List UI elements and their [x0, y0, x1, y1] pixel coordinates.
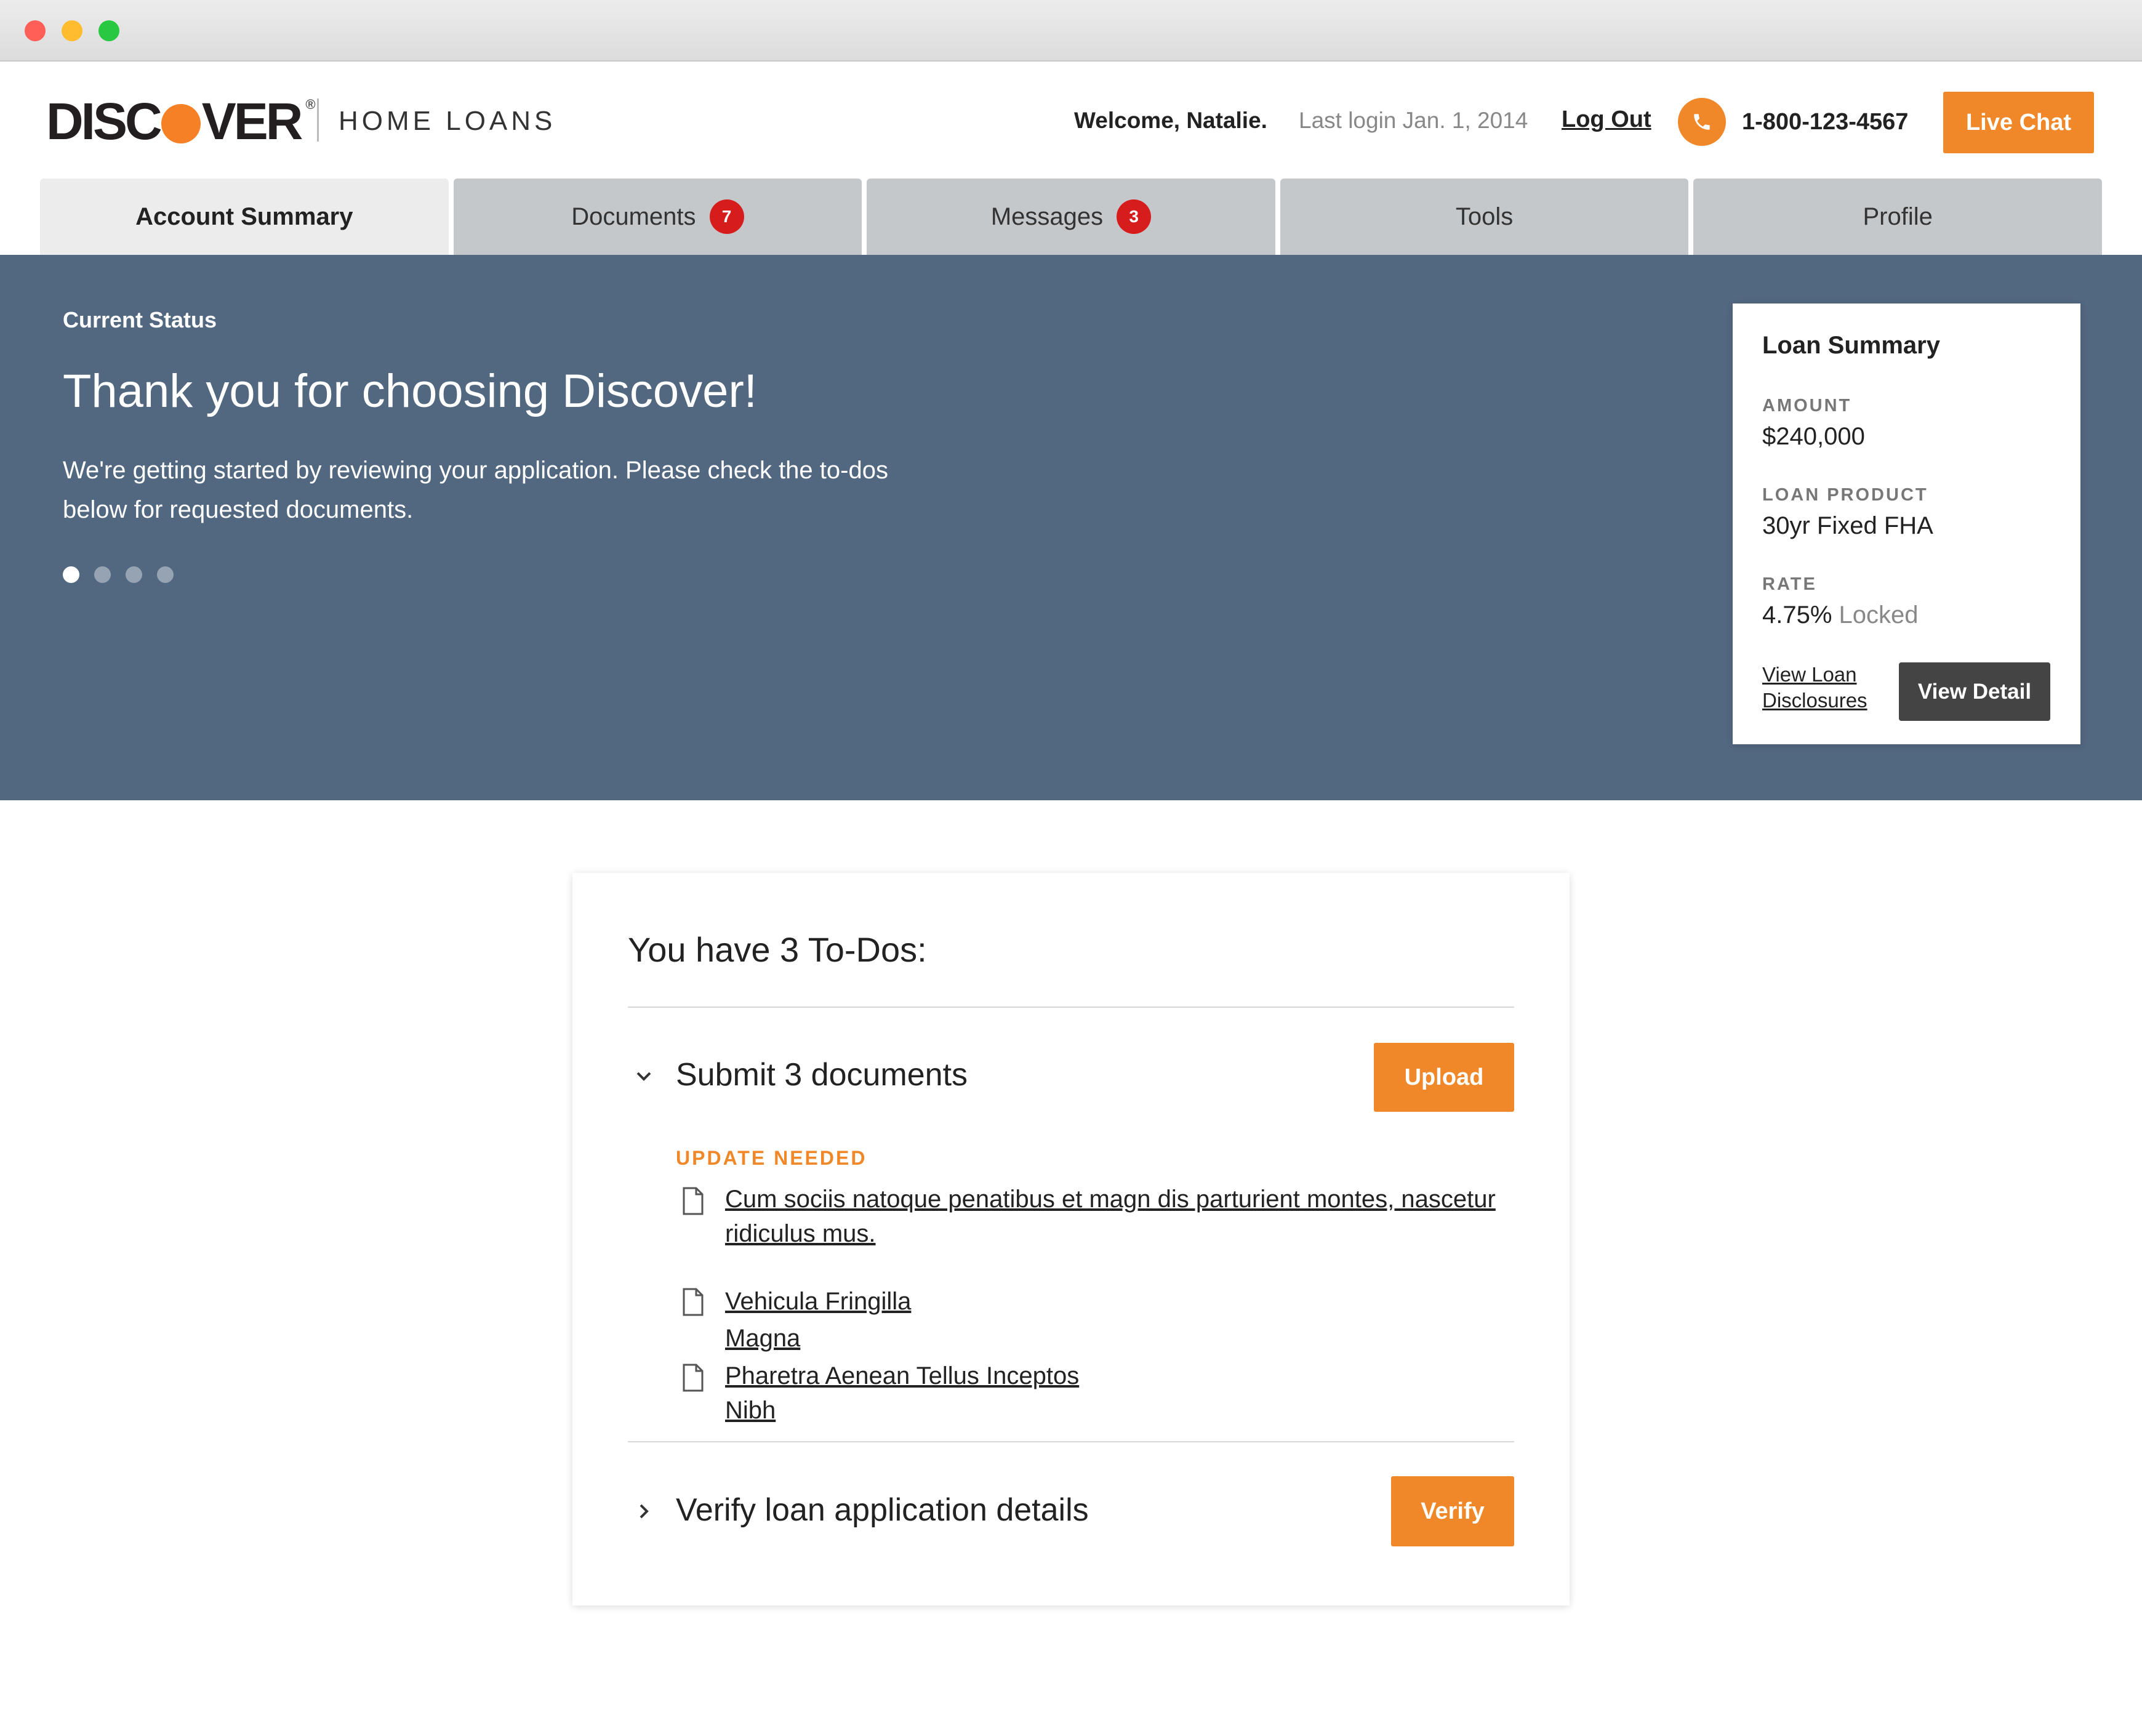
- update-needed-label: UPDATE NEEDED: [676, 1147, 867, 1169]
- carousel-dot-4[interactable]: [157, 566, 174, 583]
- divider: [628, 1441, 1514, 1442]
- phone-glyph: [1694, 114, 1710, 130]
- tab-label: Profile: [1863, 203, 1933, 230]
- document-link[interactable]: Vehicula Fringilla Magna: [725, 1283, 971, 1357]
- window-maximize-button[interactable]: [98, 20, 119, 41]
- messages-count-badge: 3: [1117, 199, 1152, 234]
- hero-text: We're getting started by reviewing your …: [63, 457, 888, 523]
- hero-label: Current Status: [63, 307, 217, 332]
- last-login-text: Last login Jan. 1, 2014: [1299, 108, 1528, 133]
- todo-item-title[interactable]: Verify loan application details: [676, 1492, 1089, 1529]
- amount-value: $240,000: [1762, 423, 1865, 450]
- rate-value: 4.75%: [1762, 601, 1832, 629]
- logo-registered-mark: ®: [305, 97, 315, 112]
- browser-chrome: [0, 0, 2142, 62]
- tab-profile[interactable]: Profile: [1693, 179, 2102, 255]
- tab-documents[interactable]: Documents 7: [453, 179, 862, 255]
- carousel-dot-2[interactable]: [94, 566, 111, 583]
- phone-icon[interactable]: [1678, 98, 1726, 146]
- chevron-right-glyph: [640, 1504, 649, 1519]
- live-chat-button[interactable]: Live Chat: [1943, 92, 2094, 153]
- welcome-text: Welcome, Natalie.: [1074, 108, 1267, 133]
- todo-title: You have 3 To-Dos:: [628, 930, 927, 969]
- loan-product-label: LOAN PRODUCT: [1762, 485, 1928, 505]
- rate-status: Locked: [1839, 601, 1919, 629]
- logout-link[interactable]: Log Out: [1562, 106, 1651, 133]
- logo-divider: [317, 98, 319, 142]
- discover-logo[interactable]: DISC VER ®: [46, 92, 316, 150]
- logo-text-right: VER: [201, 92, 303, 150]
- logo-text-left: DISC: [46, 92, 162, 150]
- document-icon: [683, 1288, 704, 1316]
- view-loan-disclosures-link[interactable]: View Loan Disclosures: [1762, 662, 1885, 713]
- carousel-dot-1[interactable]: [63, 566, 79, 583]
- tab-label: Tools: [1455, 203, 1514, 230]
- window-minimize-button[interactable]: [62, 20, 82, 41]
- view-detail-button[interactable]: View Detail: [1899, 662, 2050, 721]
- document-icon: [683, 1187, 704, 1215]
- loan-summary-title: Loan Summary: [1762, 332, 1940, 359]
- logo-orange-circle: [161, 104, 201, 143]
- amount-label: AMOUNT: [1762, 396, 1852, 416]
- loan-product-value: 30yr Fixed FHA: [1762, 512, 1933, 539]
- rate-value-row: 4.75% Locked: [1762, 601, 1919, 629]
- tab-label: Documents: [571, 203, 696, 230]
- brand-subtitle: HOME LOANS: [339, 106, 556, 136]
- tab-tools[interactable]: Tools: [1280, 179, 1689, 255]
- loan-summary-card: Loan Summary AMOUNT $240,000 LOAN PRODUC…: [1733, 303, 2080, 744]
- tab-messages[interactable]: Messages 3: [867, 179, 1275, 255]
- upload-button[interactable]: Upload: [1374, 1043, 1514, 1112]
- chevron-down-icon[interactable]: [632, 1064, 656, 1088]
- hero-title: Thank you for choosing Discover!: [63, 365, 757, 417]
- chevron-right-icon[interactable]: [632, 1499, 656, 1524]
- todo-item-title[interactable]: Submit 3 documents: [676, 1056, 968, 1093]
- todo-card: You have 3 To-Dos: Submit 3 documents Up…: [572, 873, 1570, 1605]
- carousel-indicators: [63, 566, 174, 583]
- document-icon: [683, 1364, 704, 1392]
- status-hero: Current Status Thank you for choosing Di…: [0, 255, 2142, 800]
- verify-button[interactable]: Verify: [1391, 1476, 1514, 1546]
- main-tabs: Account Summary Documents 7 Messages 3 T…: [40, 179, 2102, 255]
- tab-account-summary[interactable]: Account Summary: [40, 179, 449, 255]
- chevron-down-glyph: [636, 1072, 651, 1081]
- divider: [628, 1007, 1514, 1008]
- phone-number[interactable]: 1-800-123-4567: [1742, 109, 1908, 135]
- window-close-button[interactable]: [25, 20, 46, 41]
- document-link[interactable]: Pharetra Aenean Tellus Inceptos Nibh: [725, 1359, 1119, 1428]
- carousel-dot-3[interactable]: [126, 566, 142, 583]
- tab-label: Messages: [990, 203, 1104, 230]
- rate-label: RATE: [1762, 574, 1817, 594]
- tab-label: Account Summary: [135, 203, 353, 230]
- documents-count-badge: 7: [709, 199, 744, 234]
- document-link[interactable]: Cum sociis natoque penatibus et magn dis…: [725, 1182, 1525, 1251]
